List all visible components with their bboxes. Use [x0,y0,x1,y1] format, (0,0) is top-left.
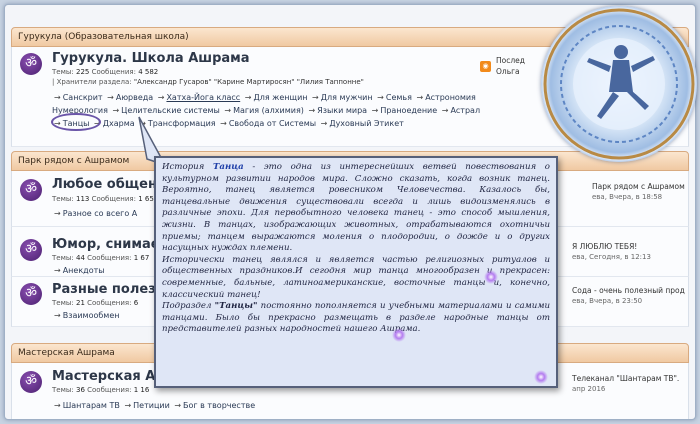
subforum-link[interactable]: Праноедение [380,106,437,115]
last-post-title[interactable]: Послед [496,55,525,66]
last-post-title[interactable]: Парк рядом с Ашрамом [592,181,685,192]
forum-stats: Темы: 113 Сообщения: 1 651 [52,195,159,203]
subforum-link[interactable]: Бог в творчестве [183,401,255,410]
forum-stats: Темы: 44 Сообщения: 1 67 [52,254,150,262]
dancer-medallion-image [541,6,697,162]
subforum-link[interactable]: Петиции [133,401,170,410]
last-post-meta: ева, Вчера, в 18:58 [592,193,663,201]
sparkle-icon [392,328,406,342]
subforum-link[interactable]: Языки мира [317,106,367,115]
category-title: Гурукула (Образовательная школа) [18,32,189,42]
forum-stats: Темы: 21 Сообщения: 6 [52,299,139,307]
sparkle-icon [484,270,498,284]
subforum-list: → Анекдоты [54,266,105,275]
subforum-link[interactable]: Аюрведа [116,93,153,102]
last-post-meta: ева, Сегодня, в 12:13 [572,253,651,261]
last-post: Сода - очень полезный прод ева, Вчера, в… [572,285,685,307]
last-post-meta: апр 2016 [572,385,606,393]
last-post-meta: ева, Вчера, в 23:50 [572,297,643,305]
last-post: Парк рядом с Ашрамом ева, Вчера, в 18:58 [592,181,685,203]
subforum-link[interactable]: Астрономия [425,93,476,102]
keepers-names[interactable]: "Александр Гусаров" "Карине Мартиросян" … [134,78,364,86]
popup-paragraph-3: Подраздел "Танцы" постоянно пополняется … [162,301,550,335]
subforum-link[interactable]: Для женщин [253,93,307,102]
subforum-list-line2: Нумерология → Целительские системы → Магия… [52,106,481,115]
category-title: Мастерская Ашрама [18,348,115,358]
om-icon: ॐ [20,179,42,201]
subforum-link[interactable]: Свобода от Системы [229,119,316,128]
last-post-author[interactable]: Ольга [496,66,525,77]
section-keepers: | Хранители раздела: "Александр Гусаров"… [52,78,364,86]
subforum-link[interactable]: Астрал [450,106,480,115]
subforum-link[interactable]: Взаимообмен [63,311,120,320]
subforum-list: → Разное со всего А [54,209,138,218]
last-post-title[interactable]: Сода - очень полезный прод [572,285,685,296]
subforum-link[interactable]: Целительские системы [121,106,220,115]
subforum-link[interactable]: Магия (алхимия) [233,106,304,115]
subforum-link[interactable]: Духовный Этикет [329,119,403,128]
subforum-link[interactable]: Семья [386,93,412,102]
subforum-link[interactable]: Хатха-Йога класс [166,93,240,102]
subforum-link[interactable]: Санскрит [63,93,103,102]
rss-icon[interactable]: ◉ [480,61,491,72]
subforum-list: → Взаимообмен [54,311,120,320]
subforum-link[interactable]: Дхарма [103,119,135,128]
subforum-link[interactable]: Для мужчин [321,93,373,102]
om-icon: ॐ [20,371,42,393]
category-title: Парк рядом с Ашрамом [18,156,130,166]
om-icon: ॐ [20,283,42,305]
subforum-link[interactable]: Анекдоты [63,266,105,275]
sparkle-icon [534,370,548,384]
subforum-link[interactable]: Шантарам ТВ [63,401,120,410]
forum-stats: Темы: 36 Сообщения: 1 16 [52,386,150,394]
highlight-oval [51,113,101,131]
subforum-link[interactable]: Разное со всего А [63,209,138,218]
forum-title[interactable]: Гурукула. Школа Ашрама [52,51,250,66]
subforum-list-line1: → Санскрит → Аюрведа → Хатха-Йога класс → Дл… [54,93,476,102]
om-icon: ॐ [20,239,42,261]
om-icon: ॐ [20,53,42,75]
subforum-list: → Шантарам ТВ → Петиции → Бог в творчестве [54,401,256,410]
last-post: Я ЛЮБЛЮ ТЕБЯ! ева, Сегодня, в 12:13 [572,241,651,263]
last-post: Телеканал "Шантарам ТВ". апр 2016 [572,373,679,395]
last-post-title[interactable]: Я ЛЮБЛЮ ТЕБЯ! [572,241,651,252]
forum-stats: Темы: 225 Сообщения: 4 582 [52,68,159,76]
subforum-list-line3: →Танцы →Дхарма →Трансформация →Свобода о… [54,119,404,128]
dance-description-popup: История Танца - это одна из интереснейши… [154,156,558,388]
shiva-dancer-icon [543,8,695,160]
popup-paragraph-1: История Танца - это одна из интереснейши… [162,162,550,254]
last-post-title[interactable]: Телеканал "Шантарам ТВ". [572,373,679,384]
last-post: Послед Ольга [496,55,525,77]
